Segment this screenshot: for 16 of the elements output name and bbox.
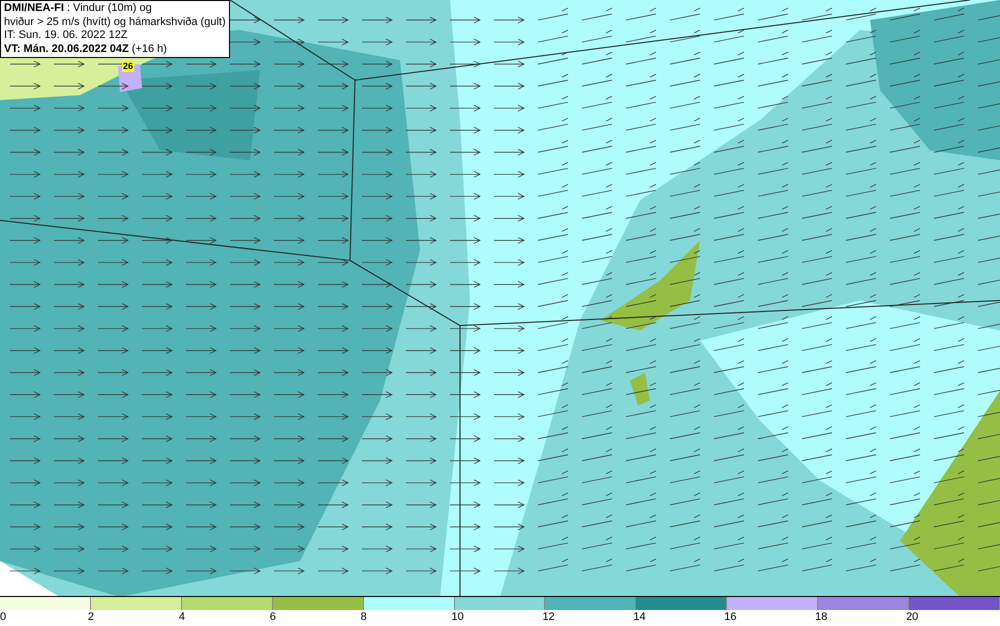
legend-label: 18 [815, 610, 828, 624]
legend-label: 14 [633, 610, 646, 624]
legend-label: 2 [88, 610, 94, 624]
legend-label: 4 [178, 610, 185, 624]
title-line: IT: Sun. 19. 06. 2022 12Z [4, 29, 129, 42]
legend-label: 0 [0, 610, 6, 624]
max-gust-badge: 26 [122, 61, 134, 72]
title-line: DMI/NEA-FI : Vindur (10m) og [4, 2, 153, 16]
legend-label: 20 [906, 610, 918, 624]
title-line: hviður > 25 m/s (hvítt) og hámarkshviða (gult) [4, 16, 226, 29]
legend-label: 10 [452, 610, 464, 624]
legend-label: 6 [270, 610, 276, 624]
legend-label: 16 [724, 610, 736, 624]
legend-label: 12 [542, 610, 555, 624]
title-line: VT: Mán. 20.06.2022 04Z (+16 h) [4, 42, 168, 56]
legend-label: 8 [360, 610, 367, 624]
